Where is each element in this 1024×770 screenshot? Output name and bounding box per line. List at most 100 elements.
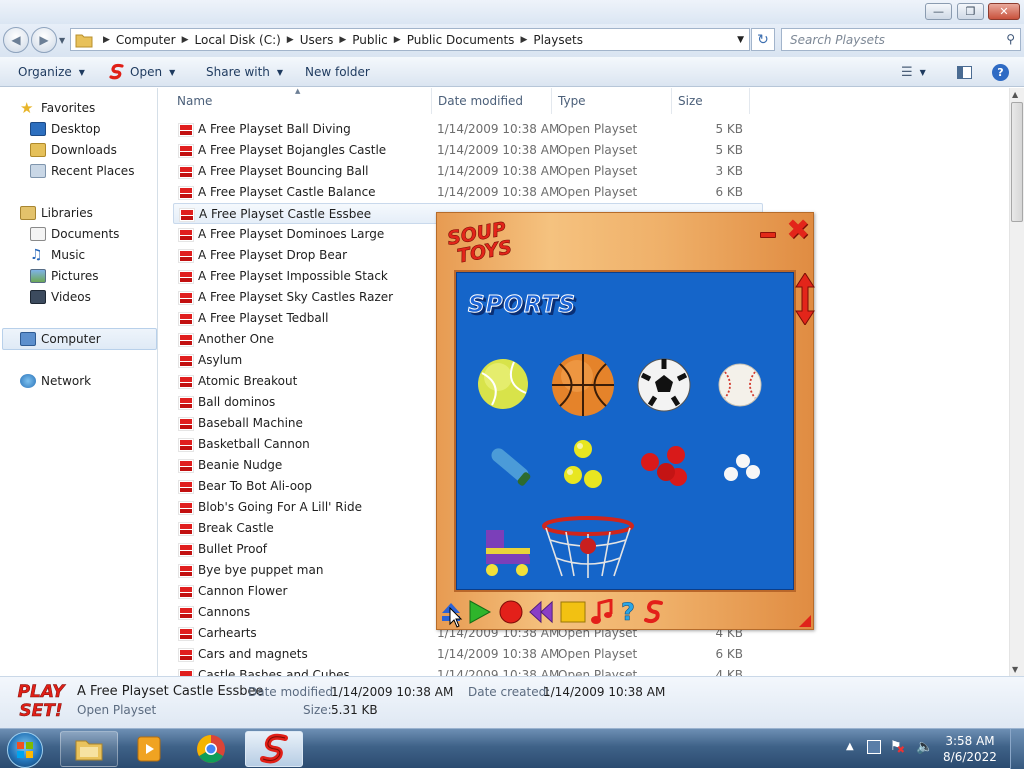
taskbar-explorer[interactable]: [60, 731, 118, 767]
nav-documents[interactable]: Documents: [30, 223, 119, 244]
organize-label: Organize: [18, 65, 72, 79]
nav-network[interactable]: Network: [20, 370, 91, 391]
search-icon[interactable]: ⚲: [1006, 32, 1015, 46]
crumb-local-disk[interactable]: Local Disk (C:): [195, 33, 281, 47]
bat-grip-icon[interactable]: [482, 442, 534, 490]
basketball-hoop-icon[interactable]: [542, 516, 634, 580]
crumb-public-documents[interactable]: Public Documents: [407, 33, 515, 47]
change-view-button[interactable]: ☰ ▼: [901, 57, 926, 87]
open-label: Open: [130, 65, 163, 79]
file-type: Open Playset: [558, 122, 638, 136]
system-tray: ▲ ⚑✖ 🔈 3:58 AM 8/6/2022: [840, 729, 1024, 769]
file-date-modified: 1/14/2009 10:38 AM: [437, 143, 560, 157]
record-button[interactable]: [498, 599, 524, 625]
details-size-label: Size:: [303, 703, 332, 717]
taskbar-media-player[interactable]: [120, 731, 178, 767]
volume-icon[interactable]: 🔈: [916, 739, 933, 755]
new-folder-button[interactable]: New folder: [305, 57, 370, 87]
chevron-down-icon: ▼: [919, 67, 926, 77]
sound-button[interactable]: [589, 599, 615, 625]
file-row[interactable]: A Free Playset Castle Balance 1/14/2009 1…: [173, 182, 763, 203]
file-name: Cannons: [198, 605, 251, 619]
back-button[interactable]: ◀: [3, 27, 29, 53]
close-button[interactable]: ✕: [988, 3, 1020, 20]
file-row[interactable]: Cars and magnets 1/14/2009 10:38 AM Open P…: [173, 644, 763, 665]
scroll-down-icon[interactable]: ▼: [1012, 665, 1018, 674]
file-row[interactable]: Castle Bashes and Cubes 1/14/2009 10:38 A…: [173, 665, 763, 676]
address-bar[interactable]: ▶ Computer ▶ Local Disk (C:) ▶ Users ▶ P…: [70, 28, 750, 51]
crumb-computer[interactable]: Computer: [116, 33, 176, 47]
crumb-users[interactable]: Users: [300, 33, 334, 47]
nav-videos[interactable]: Videos: [30, 286, 91, 307]
taskbar-chrome[interactable]: [182, 731, 240, 767]
refresh-button[interactable]: ↻: [751, 28, 775, 51]
open-button[interactable]: Open ▼: [108, 57, 175, 87]
playset-file-icon: [178, 543, 194, 557]
start-button[interactable]: [7, 732, 43, 768]
column-name[interactable]: Name ▲: [171, 88, 432, 114]
recent-pages-dropdown[interactable]: ▼: [59, 36, 65, 45]
maximize-button[interactable]: ❐: [957, 3, 984, 20]
search-input[interactable]: Search Playsets ⚲: [781, 28, 1021, 51]
basketball-icon[interactable]: [550, 352, 616, 418]
file-name: A Free Playset Ball Diving: [198, 122, 351, 136]
organize-button[interactable]: Organize ▼: [18, 57, 85, 87]
nav-downloads[interactable]: Downloads: [30, 139, 117, 160]
yellow-balls-icon[interactable]: [561, 437, 605, 493]
file-row[interactable]: A Free Playset Ball Diving 1/14/2009 10:3…: [173, 119, 763, 140]
file-type: Open Playset: [558, 668, 638, 676]
clock[interactable]: 3:58 AM 8/6/2022: [935, 733, 1005, 765]
soup-menu-button[interactable]: [641, 599, 667, 625]
nav-libraries[interactable]: Libraries: [20, 202, 93, 223]
scroll-arrows-icon[interactable]: [795, 273, 815, 325]
playset-file-icon: [178, 459, 194, 473]
soup-minimize-button[interactable]: [760, 232, 776, 238]
network-tray-icon[interactable]: [867, 740, 881, 754]
crumb-playsets[interactable]: Playsets: [533, 33, 583, 47]
baseball-icon[interactable]: [717, 362, 763, 408]
media-player-icon: [137, 736, 161, 762]
nav-desktop[interactable]: Desktop: [30, 118, 101, 139]
soup-toys-window[interactable]: SOUP TOYS ✖ SPORTS ?: [436, 212, 815, 630]
file-name: A Free Playset Bojangles Castle: [198, 143, 387, 157]
help-question-button[interactable]: ?: [615, 599, 641, 625]
soccer-ball-icon[interactable]: [636, 357, 692, 413]
resize-grip[interactable]: [799, 615, 811, 627]
nav-recent-places[interactable]: Recent Places: [30, 160, 134, 181]
details-size-value: 5.31 KB: [331, 703, 378, 717]
nav-computer[interactable]: Computer: [20, 328, 101, 349]
column-size[interactable]: Size: [672, 88, 750, 114]
tennis-ball-icon[interactable]: [476, 357, 530, 411]
crumb-public[interactable]: Public: [352, 33, 388, 47]
white-balls-icon[interactable]: [722, 452, 762, 484]
nav-favorites[interactable]: ★ Favorites: [20, 97, 95, 118]
scroll-up-icon[interactable]: ▲: [1012, 90, 1018, 99]
vertical-scrollbar[interactable]: ▲ ▼: [1009, 88, 1024, 676]
stop-button[interactable]: [560, 599, 586, 625]
file-row[interactable]: A Free Playset Bojangles Castle 1/14/2009…: [173, 140, 763, 161]
rewind-button[interactable]: [528, 599, 554, 625]
roller-skate-icon[interactable]: [478, 522, 534, 578]
help-button[interactable]: ?: [992, 57, 1009, 87]
file-name: Bear To Bot Ali-oop: [198, 479, 312, 493]
share-with-button[interactable]: Share with ▼: [206, 57, 283, 87]
taskbar-soup-toys[interactable]: [245, 731, 303, 767]
action-center-icon[interactable]: ⚑✖: [890, 739, 910, 756]
scrollbar-thumb[interactable]: [1011, 102, 1023, 222]
column-type[interactable]: Type: [552, 88, 672, 114]
minimize-button[interactable]: —: [925, 3, 952, 20]
forward-button[interactable]: ▶: [31, 27, 57, 53]
column-date-modified[interactable]: Date modified: [432, 88, 552, 114]
stop-icon: [560, 601, 586, 623]
soup-close-icon[interactable]: ✖: [785, 216, 811, 244]
preview-pane-button[interactable]: [957, 57, 972, 87]
nav-pictures[interactable]: Pictures: [30, 265, 99, 286]
address-dropdown-icon[interactable]: ▼: [737, 35, 744, 45]
show-desktop-button[interactable]: [1010, 729, 1024, 769]
red-balls-icon[interactable]: [638, 444, 692, 490]
downloads-icon: [30, 142, 46, 157]
nav-music[interactable]: ♫ Music: [30, 244, 85, 265]
play-button[interactable]: [466, 599, 492, 625]
show-hidden-icons-icon[interactable]: ▲: [846, 741, 854, 752]
file-row[interactable]: A Free Playset Bouncing Ball 1/14/2009 10…: [173, 161, 763, 182]
